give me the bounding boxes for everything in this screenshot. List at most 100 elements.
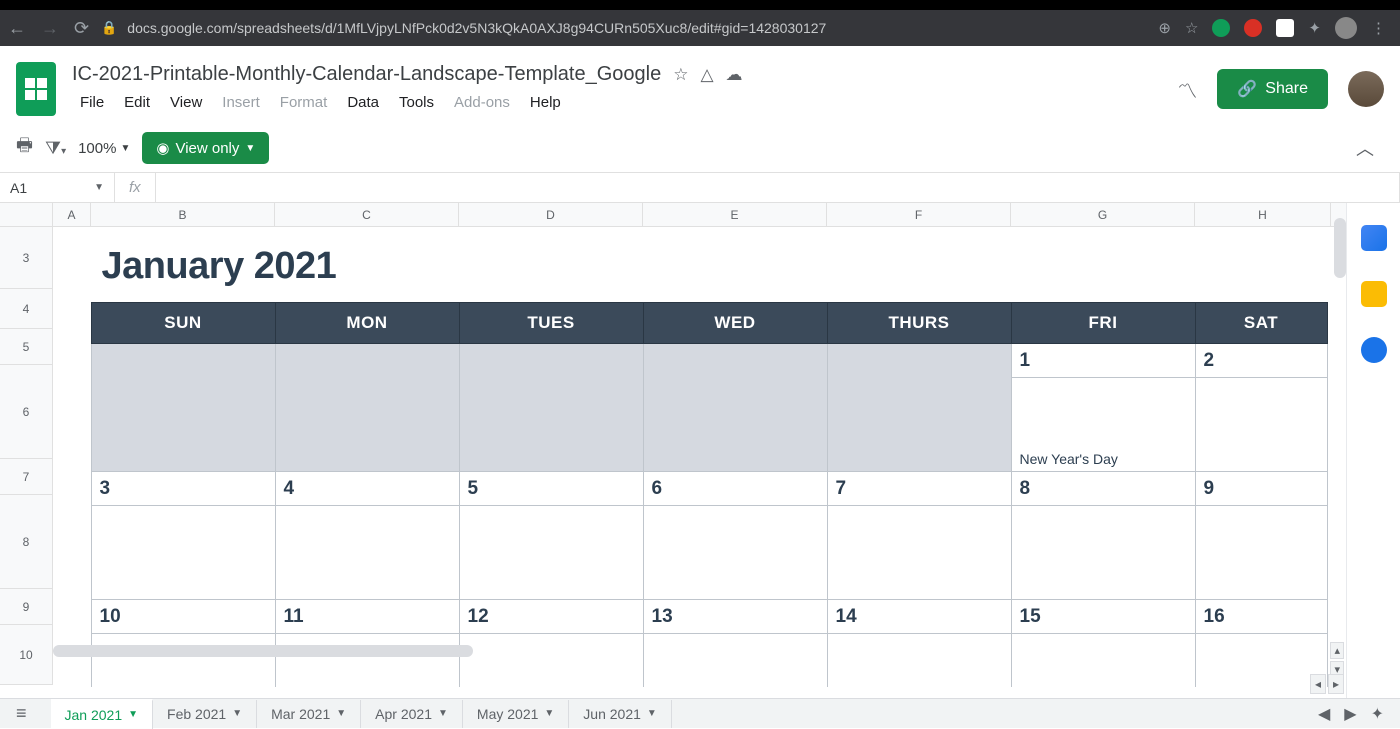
horizontal-scrollbar[interactable] <box>53 645 473 657</box>
sheet-tab[interactable]: Jun 2021 ▼ <box>569 700 672 728</box>
calendar-cell[interactable] <box>1195 506 1327 600</box>
calendar-cell[interactable]: 16 <box>1195 600 1327 634</box>
calendar-cell[interactable] <box>459 634 643 688</box>
calendar-cell[interactable]: 12 <box>459 600 643 634</box>
calendar-cell[interactable] <box>1195 634 1327 688</box>
calendar-sidepanel-icon[interactable] <box>1361 225 1387 251</box>
scroll-left-icon[interactable]: ◂ <box>1310 674 1326 694</box>
vertical-scrollbar[interactable] <box>1334 218 1346 278</box>
name-box[interactable]: A1 ▼ <box>0 173 115 202</box>
calendar-cell[interactable] <box>275 634 459 688</box>
scroll-up-icon[interactable]: ▴ <box>1330 642 1344 659</box>
document-title[interactable]: IC-2021-Printable-Monthly-Calendar-Lands… <box>72 63 661 86</box>
calendar-cell[interactable]: 8 <box>1011 472 1195 506</box>
calendar-cell[interactable]: 6 <box>643 472 827 506</box>
calendar-cell[interactable] <box>91 506 275 600</box>
tabs-scroll-left-icon[interactable]: ◀ <box>1318 704 1330 724</box>
filter-icon[interactable]: ⧩▾ <box>45 138 66 159</box>
browser-menu-icon[interactable]: ⋮ <box>1371 19 1386 37</box>
calendar-cell[interactable]: 13 <box>643 600 827 634</box>
all-sheets-menu-icon[interactable]: ≡ <box>16 703 27 724</box>
menu-addons[interactable]: Add-ons <box>446 90 518 115</box>
calendar-cell-empty[interactable] <box>827 344 1011 472</box>
row-header[interactable]: 9 <box>0 589 52 625</box>
calendar-cell[interactable] <box>827 634 1011 688</box>
calendar-cell[interactable] <box>1195 378 1327 472</box>
move-to-drive-icon[interactable]: △ <box>700 65 713 85</box>
calendar-cell[interactable]: 1 <box>1011 344 1195 378</box>
explore-icon[interactable]: ✦ <box>1371 704 1384 724</box>
sheet-tab-active[interactable]: Jan 2021 ▼ <box>51 699 154 729</box>
calendar-cell[interactable]: 14 <box>827 600 1011 634</box>
column-header[interactable]: A <box>53 203 91 226</box>
row-header[interactable]: 4 <box>0 289 52 329</box>
calendar-cell[interactable]: 3 <box>91 472 275 506</box>
menu-insert[interactable]: Insert <box>214 90 268 115</box>
row-header[interactable]: 8 <box>0 495 52 589</box>
calendar-cell[interactable]: 10 <box>91 600 275 634</box>
calendar-cell[interactable] <box>91 634 275 688</box>
scroll-right-icon[interactable]: ▸ <box>1328 674 1344 694</box>
menu-help[interactable]: Help <box>522 90 569 115</box>
calendar-cell[interactable] <box>643 634 827 688</box>
share-button[interactable]: 🔗 Share <box>1217 69 1328 109</box>
calendar-cell[interactable] <box>1011 506 1195 600</box>
reload-button[interactable]: ⟳ <box>74 18 89 39</box>
star-icon[interactable]: ☆ <box>673 65 688 85</box>
row-header[interactable]: 10 <box>0 625 52 685</box>
print-icon[interactable]: 🖶 <box>16 133 33 163</box>
url-text[interactable]: docs.google.com/spreadsheets/d/1MfLVjpyL… <box>127 20 826 36</box>
back-button[interactable]: ← <box>8 18 26 39</box>
menu-edit[interactable]: Edit <box>116 90 158 115</box>
calendar-cell[interactable] <box>275 506 459 600</box>
view-only-button[interactable]: ◉ View only ▼ <box>142 132 269 164</box>
extension-icon[interactable] <box>1276 19 1294 37</box>
formula-input[interactable] <box>156 173 1400 202</box>
menu-data[interactable]: Data <box>339 90 387 115</box>
select-all-corner[interactable] <box>0 203 53 226</box>
column-header[interactable]: E <box>643 203 827 226</box>
calendar-cell[interactable] <box>643 506 827 600</box>
tabs-scroll-right-icon[interactable]: ▶ <box>1344 704 1356 724</box>
browser-profile-avatar[interactable] <box>1335 17 1357 39</box>
sheets-logo-icon[interactable] <box>16 62 56 116</box>
calendar-cell[interactable] <box>1011 634 1195 688</box>
tasks-sidepanel-icon[interactable] <box>1361 337 1387 363</box>
row-header[interactable]: 3 <box>0 227 52 289</box>
column-header[interactable]: F <box>827 203 1011 226</box>
column-header[interactable]: H <box>1195 203 1331 226</box>
calendar-cell[interactable]: 15 <box>1011 600 1195 634</box>
sheet-tab[interactable]: Mar 2021 ▼ <box>257 700 361 728</box>
row-header[interactable]: 6 <box>0 365 52 459</box>
row-header[interactable]: 5 <box>0 329 52 365</box>
zoom-icon[interactable]: ⊕ <box>1158 19 1171 37</box>
sheet-tab[interactable]: May 2021 ▼ <box>463 700 569 728</box>
sheet-tab[interactable]: Feb 2021 ▼ <box>153 700 257 728</box>
extension-icon[interactable] <box>1244 19 1262 37</box>
calendar-cell-empty[interactable] <box>91 344 275 472</box>
extensions-puzzle-icon[interactable]: ✦ <box>1308 19 1321 37</box>
calendar-cell[interactable]: New Year's Day <box>1011 378 1195 472</box>
collapse-toolbar-icon[interactable]: ︿ <box>1356 135 1374 161</box>
calendar-cell[interactable]: 2 <box>1195 344 1327 378</box>
activity-trend-icon[interactable]: 〽 <box>1177 75 1197 104</box>
menu-file[interactable]: File <box>72 90 112 115</box>
forward-button[interactable]: → <box>41 18 59 39</box>
calendar-cell[interactable] <box>827 506 1011 600</box>
menu-view[interactable]: View <box>162 90 210 115</box>
calendar-cell[interactable]: 5 <box>459 472 643 506</box>
calendar-cell-empty[interactable] <box>459 344 643 472</box>
column-header[interactable]: D <box>459 203 643 226</box>
calendar-cell[interactable]: 7 <box>827 472 1011 506</box>
column-header[interactable]: C <box>275 203 459 226</box>
row-header[interactable]: 7 <box>0 459 52 495</box>
menu-tools[interactable]: Tools <box>391 90 442 115</box>
menu-format[interactable]: Format <box>272 90 336 115</box>
keep-sidepanel-icon[interactable] <box>1361 281 1387 307</box>
extension-icon[interactable] <box>1212 19 1230 37</box>
calendar-cell[interactable]: 4 <box>275 472 459 506</box>
bookmark-star-icon[interactable]: ☆ <box>1185 19 1198 37</box>
calendar-cell[interactable]: 11 <box>275 600 459 634</box>
calendar-cell[interactable]: 9 <box>1195 472 1327 506</box>
zoom-dropdown[interactable]: 100% ▼ <box>78 140 130 157</box>
